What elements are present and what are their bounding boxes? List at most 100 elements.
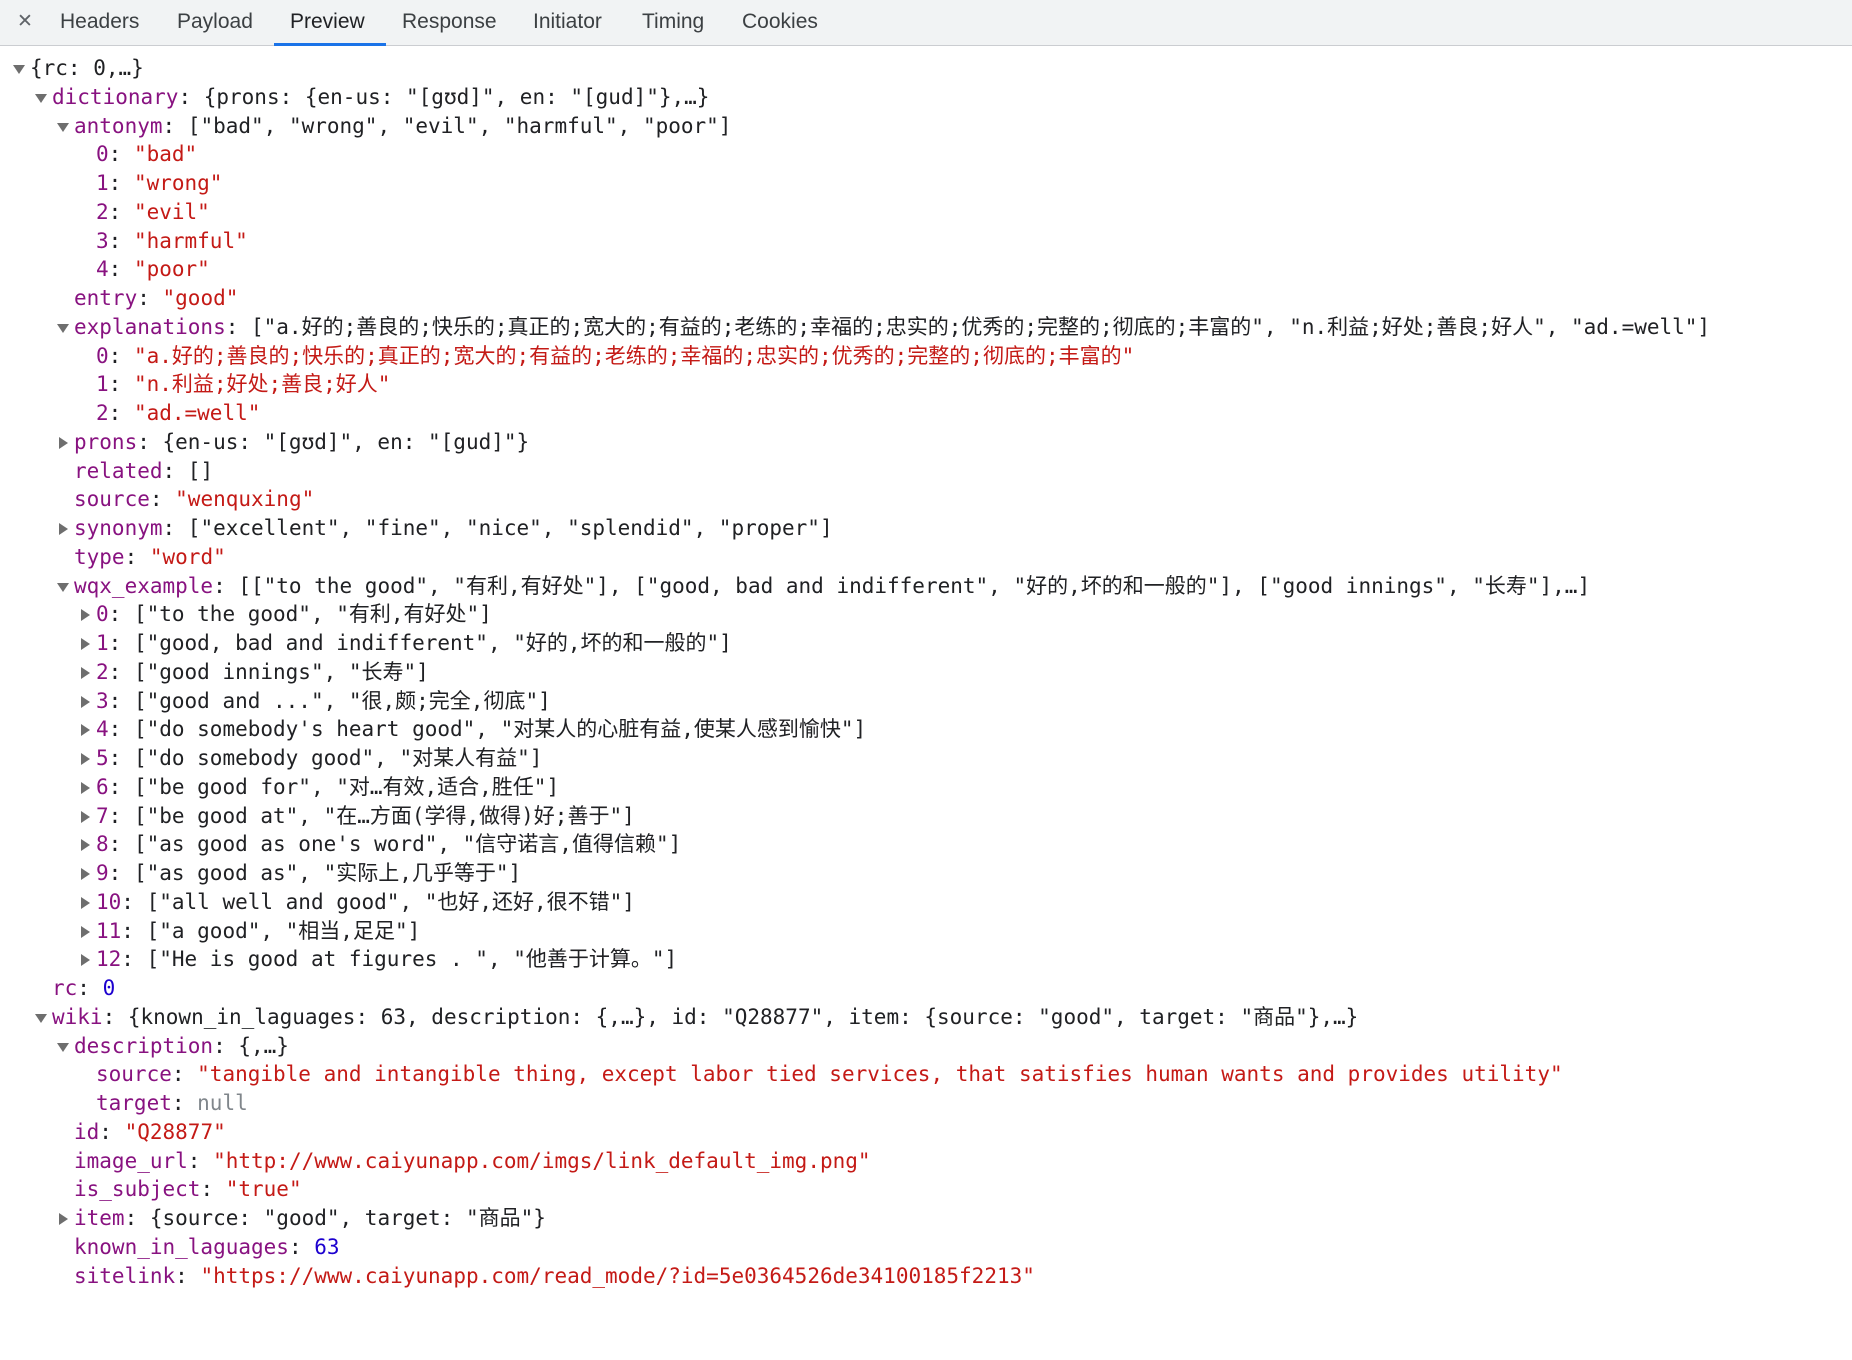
collapse-triangle-icon[interactable] xyxy=(78,888,94,917)
expand-triangle-icon[interactable] xyxy=(34,83,50,112)
json-key: 4 xyxy=(96,257,109,282)
json-punctuation: : xyxy=(108,343,134,368)
tree-row[interactable]: wqx_example: [["to the good", "有利,有好处"],… xyxy=(0,572,1852,601)
expand-triangle-icon[interactable] xyxy=(34,1003,50,1032)
json-key: 11 xyxy=(96,918,122,943)
json-key: 4 xyxy=(96,717,109,742)
collapse-triangle-icon[interactable] xyxy=(78,715,94,744)
collapse-triangle-icon[interactable] xyxy=(78,629,94,658)
json-punctuation: : xyxy=(108,171,134,195)
json-key: sitelink xyxy=(74,1263,176,1288)
json-string-value: "harmful" xyxy=(133,228,248,253)
tree-row: 0: "bad" xyxy=(0,140,1852,169)
json-key: antonym xyxy=(74,113,163,138)
expand-triangle-icon[interactable] xyxy=(12,54,28,83)
tree-row[interactable]: 11: ["a good", "相当,足足"] xyxy=(0,917,1852,946)
tree-row[interactable]: 12: ["He is good at figures . ", "他善于计算。… xyxy=(0,945,1852,974)
collapse-triangle-icon[interactable] xyxy=(78,600,94,629)
json-punctuation: : xyxy=(108,372,134,397)
tree-row[interactable]: explanations: ["a.好的;善良的;快乐的;真正的;宽大的;有益的… xyxy=(0,313,1852,342)
collapse-triangle-icon[interactable] xyxy=(78,945,94,974)
json-key: description xyxy=(74,1033,214,1058)
collapse-triangle-icon[interactable] xyxy=(78,658,94,687)
json-punctuation: : xyxy=(137,286,163,310)
json-key: is_subject xyxy=(74,1177,201,1202)
tree-row[interactable]: 0: ["to the good", "有利,有好处"] xyxy=(0,600,1852,629)
tree-row[interactable]: {rc: 0,…} xyxy=(0,54,1852,83)
tree-row[interactable]: 6: ["be good for", "对…有效,适合,胜任"] xyxy=(0,773,1852,802)
tree-row[interactable]: item: {source: "good", target: "商品"} xyxy=(0,1204,1852,1233)
expand-triangle-icon[interactable] xyxy=(56,313,72,342)
tree-row: 2: "evil" xyxy=(0,198,1852,227)
tree-row: 4: "poor" xyxy=(0,255,1852,284)
tree-row[interactable]: 5: ["do somebody good", "对某人有益"] xyxy=(0,744,1852,773)
tree-row-content: sitelink: "https://www.caiyunapp.com/rea… xyxy=(74,1262,1035,1291)
close-icon[interactable]: ✕ xyxy=(14,8,36,34)
collapse-triangle-icon[interactable] xyxy=(78,744,94,773)
json-punctuation: : xyxy=(108,142,134,167)
json-key: 1 xyxy=(96,631,109,655)
tree-row[interactable]: dictionary: {prons: {en-us: "[gʊd]", en:… xyxy=(0,83,1852,112)
tree-row: id: "Q28877" xyxy=(0,1118,1852,1147)
tree-row: source: "tangible and intangible thing, … xyxy=(0,1060,1852,1089)
tree-row: type: "word" xyxy=(0,543,1852,572)
tree-row[interactable]: 10: ["all well and good", "也好,还好,很不错"] xyxy=(0,888,1852,917)
json-key: 1 xyxy=(96,372,109,397)
tree-row-content: 11: ["a good", "相当,足足"] xyxy=(96,917,420,946)
collapse-triangle-icon[interactable] xyxy=(78,773,94,802)
collapse-triangle-icon[interactable] xyxy=(56,428,72,457)
json-punctuation: : xyxy=(187,1148,214,1173)
collapse-triangle-icon[interactable] xyxy=(56,514,72,543)
json-key: source xyxy=(74,487,150,512)
expand-triangle-icon[interactable] xyxy=(56,572,72,601)
tree-row[interactable]: 2: ["good innings", "长寿"] xyxy=(0,658,1852,687)
json-punctuation: : xyxy=(77,976,103,1000)
tree-row-content: 0: ["to the good", "有利,有好处"] xyxy=(96,600,492,629)
tree-row[interactable]: 4: ["do somebody's heart good", "对某人的心脏有… xyxy=(0,715,1852,744)
json-preview-tree: {rc: 0,…} dictionary: {prons: {en-us: "[g… xyxy=(0,54,1852,1290)
json-punctuation: : {,…} xyxy=(213,1033,289,1058)
json-key: rc xyxy=(52,976,78,1000)
collapse-triangle-icon[interactable] xyxy=(56,1204,72,1233)
expand-triangle-icon[interactable] xyxy=(56,1032,72,1061)
tab-cookies[interactable]: Cookies xyxy=(742,0,818,46)
tree-row[interactable]: 9: ["as good as", "实际上,几乎等于"] xyxy=(0,859,1852,888)
json-punctuation: : ["do somebody's heart good", "对某人的心脏有益… xyxy=(108,717,867,742)
expand-triangle-icon[interactable] xyxy=(56,112,72,141)
tree-row[interactable]: antonym: ["bad", "wrong", "evil", "harmf… xyxy=(0,112,1852,141)
json-punctuation: : ["be good at", "在…方面(学得,做得)好;善于"] xyxy=(108,803,635,828)
tree-row-content: 9: ["as good as", "实际上,几乎等于"] xyxy=(96,859,521,888)
tree-row[interactable]: 1: ["good, bad and indifferent", "好的,坏的和… xyxy=(0,629,1852,658)
tab-timing[interactable]: Timing xyxy=(642,0,704,46)
json-key: wqx_example xyxy=(74,573,214,598)
collapse-triangle-icon[interactable] xyxy=(78,687,94,716)
tree-row[interactable]: prons: {en-us: "[gʊd]", en: "[gud]"} xyxy=(0,428,1852,457)
tree-row[interactable]: 7: ["be good at", "在…方面(学得,做得)好;善于"] xyxy=(0,802,1852,831)
tree-row[interactable]: wiki: {known_in_laguages: 63, descriptio… xyxy=(0,1003,1852,1032)
collapse-triangle-icon[interactable] xyxy=(78,830,94,859)
json-key: 1 xyxy=(96,171,109,195)
json-key: 0 xyxy=(96,602,109,627)
tab-headers[interactable]: Headers xyxy=(60,0,139,46)
tree-row-content: description: {,…} xyxy=(74,1032,289,1061)
tree-row-content: wqx_example: [["to the good", "有利,有好处"],… xyxy=(74,572,1590,601)
json-string-value: "word" xyxy=(149,544,226,569)
tree-row[interactable]: 3: ["good and ...", "很,颇;完全,彻底"] xyxy=(0,687,1852,716)
json-key: wiki xyxy=(52,1004,103,1029)
json-string-value: "n.利益;好处;善良;好人" xyxy=(133,372,391,397)
json-punctuation: : xyxy=(108,401,134,425)
collapse-triangle-icon[interactable] xyxy=(78,917,94,946)
tree-row-content: image_url: "http://www.caiyunapp.com/img… xyxy=(74,1147,871,1176)
json-punctuation: : {known_in_laguages: 63, description: {… xyxy=(102,1004,1359,1029)
tree-row[interactable]: 8: ["as good as one's word", "信守诺言,值得信赖"… xyxy=(0,830,1852,859)
collapse-triangle-icon[interactable] xyxy=(78,859,94,888)
tree-row[interactable]: description: {,…} xyxy=(0,1032,1852,1061)
tab-initiator[interactable]: Initiator xyxy=(533,0,602,46)
tab-payload[interactable]: Payload xyxy=(177,0,253,46)
tab-response[interactable]: Response xyxy=(402,0,497,46)
tab-preview[interactable]: Preview xyxy=(274,0,386,46)
tree-row-content: 4: "poor" xyxy=(96,255,210,284)
tree-row-content: known_in_laguages: 63 xyxy=(74,1233,340,1262)
collapse-triangle-icon[interactable] xyxy=(78,802,94,831)
tree-row[interactable]: synonym: ["excellent", "fine", "nice", "… xyxy=(0,514,1852,543)
